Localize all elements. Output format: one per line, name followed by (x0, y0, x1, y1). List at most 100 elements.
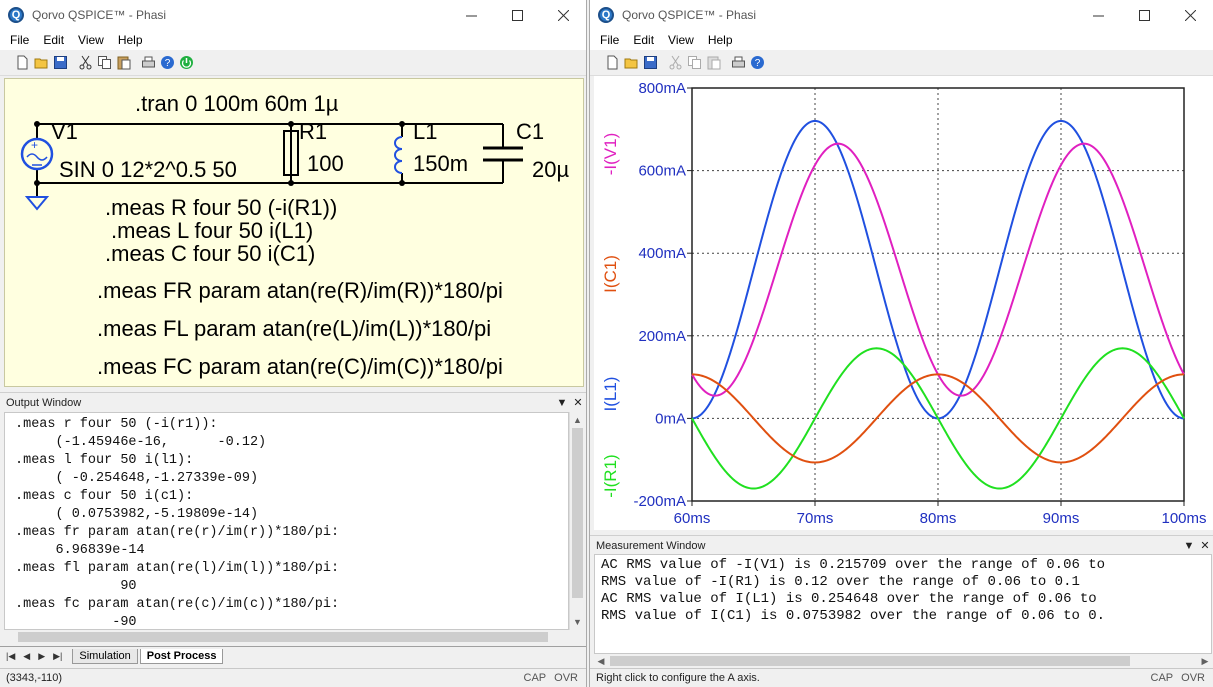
output-line: ( -0.254648,-1.27339e-09) (15, 471, 259, 486)
minimize-icon (465, 15, 477, 16)
y-tick-label: 800mA (638, 80, 686, 97)
waveform-chart[interactable]: 60ms 70ms 80ms 90ms 100ms -200mA 0mA 200mA 400mA… (594, 76, 1213, 530)
meas-directive-c[interactable]: .meas C four 50 i(C1) (105, 241, 315, 267)
help-icon[interactable]: ? (749, 55, 765, 71)
scroll-down-icon[interactable]: ▼ (570, 614, 585, 630)
meas-directive-fr[interactable]: .meas FR param atan(re(R)/im(R))*180/pi (97, 278, 503, 304)
open-folder-icon[interactable] (33, 55, 49, 71)
menu-file[interactable]: File (10, 33, 29, 47)
paste-icon[interactable] (115, 55, 131, 71)
waveform-viewer[interactable]: 60ms 70ms 80ms 90ms 100ms -200mA 0mA 200mA 400mA… (594, 76, 1213, 530)
help-icon[interactable]: ? (159, 55, 175, 71)
save-icon[interactable] (52, 55, 68, 71)
left-window: Q Qorvo QSPICE™ - Phasi File Edit View H… (0, 0, 587, 687)
c1-label[interactable]: C1 (516, 119, 544, 145)
maximize-button[interactable] (1121, 0, 1167, 30)
tran-directive[interactable]: .tran 0 100m 60m 1µ (135, 91, 338, 117)
v1-value[interactable]: SIN 0 12*2^0.5 50 (59, 157, 237, 183)
menu-help[interactable]: Help (708, 33, 733, 47)
close-panel-icon[interactable]: ✕ (570, 396, 586, 409)
output-window-title: Output Window (6, 396, 82, 409)
measurement-window-header: Measurement Window ▼ ✕ (590, 535, 1213, 555)
menu-view[interactable]: View (78, 33, 104, 47)
tab-simulation[interactable]: Simulation (72, 649, 138, 664)
print-icon[interactable] (140, 55, 156, 71)
menu-edit[interactable]: Edit (633, 33, 654, 47)
menu-view[interactable]: View (668, 33, 694, 47)
last-tab-icon[interactable]: ▶| (53, 651, 62, 662)
y-tick-label: 400mA (638, 245, 686, 262)
output-horizontal-scrollbar[interactable] (4, 630, 569, 644)
menu-help[interactable]: Help (118, 33, 143, 47)
r1-value[interactable]: 100 (307, 151, 344, 177)
measurement-window-title: Measurement Window (596, 539, 706, 552)
r1-label[interactable]: R1 (299, 119, 327, 145)
paste-icon[interactable] (705, 55, 721, 71)
meas-directive-fc[interactable]: .meas FC param atan(re(C)/im(C))*180/pi (97, 354, 503, 380)
l1-value[interactable]: 150m (413, 151, 468, 177)
close-button[interactable] (1167, 0, 1213, 30)
dropdown-icon[interactable]: ▼ (1181, 540, 1197, 552)
cut-icon[interactable] (667, 55, 683, 71)
copy-icon[interactable] (96, 55, 112, 71)
svg-text:+: + (31, 138, 38, 152)
dropdown-icon[interactable]: ▼ (554, 397, 570, 409)
legend-entry: I(L1) (601, 377, 620, 412)
menu-bar: File Edit View Help (590, 30, 1213, 50)
scrollbar-thumb[interactable] (572, 428, 583, 598)
open-folder-icon[interactable] (623, 55, 639, 71)
legend-entry: -I(V1) (601, 133, 620, 176)
close-icon (1184, 9, 1196, 21)
output-line: .meas r four 50 (-i(r1)): (15, 417, 218, 432)
measurement-window[interactable]: AC RMS value of -I(V1) is 0.215709 over … (594, 554, 1212, 654)
output-window-header: Output Window ▼ ✕ (0, 392, 586, 412)
maximize-icon (511, 9, 523, 21)
x-tick-label: 90ms (1043, 510, 1080, 527)
close-button[interactable] (540, 0, 586, 30)
tab-post-process[interactable]: Post Process (139, 649, 224, 664)
scroll-right-icon[interactable]: ▶ (1198, 653, 1212, 669)
menu-edit[interactable]: Edit (43, 33, 64, 47)
save-icon[interactable] (642, 55, 658, 71)
schematic-editor[interactable]: + .tran 0 100m 60m 1µ V1 SIN 0 12*2^0.5 … (4, 78, 584, 387)
tab-bar: |◀ ◀ ▶ ▶| Simulation Post Process (0, 646, 586, 666)
scroll-up-icon[interactable]: ▲ (570, 412, 585, 428)
measurement-line: RMS value of -I(R1) is 0.12 over the ran… (601, 574, 1080, 590)
measurement-line: AC RMS value of I(L1) is 0.254648 over t… (601, 591, 1097, 607)
v1-label[interactable]: V1 (51, 119, 78, 145)
measurement-line: RMS value of I(C1) is 0.0753982 over the… (601, 608, 1106, 624)
copy-icon[interactable] (686, 55, 702, 71)
run-icon[interactable] (178, 55, 194, 71)
output-vertical-scrollbar[interactable]: ▲ ▼ (569, 412, 585, 630)
new-file-icon[interactable] (14, 55, 30, 71)
window-title: Qorvo QSPICE™ - Phasi (32, 8, 167, 22)
output-line: 6.96839e-14 (15, 543, 145, 558)
prev-tab-icon[interactable]: ◀ (23, 651, 30, 662)
status-message: Right click to configure the A axis. (596, 672, 760, 684)
first-tab-icon[interactable]: |◀ (6, 651, 15, 662)
y-tick-label: -200mA (633, 493, 686, 510)
close-panel-icon[interactable]: ✕ (1197, 539, 1213, 552)
y-tick-label: 200mA (638, 328, 686, 345)
scroll-left-icon[interactable]: ◀ (594, 653, 608, 669)
scrollbar-thumb[interactable] (610, 656, 1130, 666)
new-file-icon[interactable] (604, 55, 620, 71)
maximize-button[interactable] (494, 0, 540, 30)
scrollbar-thumb[interactable] (18, 632, 548, 642)
meas-directive-fl[interactable]: .meas FL param atan(re(L)/im(L))*180/pi (97, 316, 491, 342)
menu-file[interactable]: File (600, 33, 619, 47)
l1-label[interactable]: L1 (413, 119, 437, 145)
output-line: .meas fl param atan(re(l)/im(l))*180/pi: (15, 561, 340, 576)
minimize-button[interactable] (1075, 0, 1121, 30)
next-tab-icon[interactable]: ▶ (38, 651, 45, 662)
cut-icon[interactable] (77, 55, 93, 71)
minimize-button[interactable] (448, 0, 494, 30)
c1-value[interactable]: 20µ (532, 157, 569, 183)
svg-text:?: ? (164, 58, 170, 69)
qspice-app-icon: Q (8, 7, 24, 23)
print-icon[interactable] (730, 55, 746, 71)
measurement-line: AC RMS value of -I(V1) is 0.215709 over … (601, 557, 1106, 573)
measurement-horizontal-scrollbar[interactable]: ◀ ▶ (594, 654, 1212, 668)
ovr-indicator: OVR (554, 672, 578, 684)
output-window[interactable]: .meas r four 50 (-i(r1)): (-1.45946e-16,… (4, 412, 569, 630)
